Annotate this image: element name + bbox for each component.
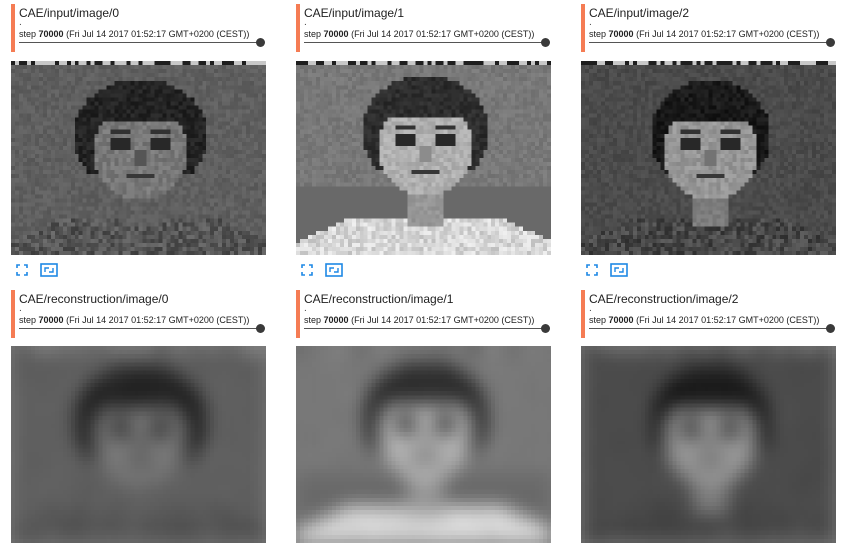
card-title: CAE/reconstruction/image/2 [589,292,739,306]
slider-thumb[interactable] [256,324,265,333]
face-image [581,61,836,255]
card-dot: . [304,17,307,28]
image-display [581,346,836,543]
card-header: CAE/reconstruction/image/2 . step 70000 … [581,290,839,338]
card-title: CAE/reconstruction/image/0 [19,292,169,306]
image-card-reconstruction-0: CAE/reconstruction/image/0 . step 70000 … [11,290,269,543]
slider-track [589,42,831,43]
card-header: CAE/input/image/2 . step 70000 (Fri Jul … [581,4,839,52]
slider-track [19,328,261,329]
step-slider[interactable] [304,38,550,48]
step-slider[interactable] [19,324,265,334]
image-card-input-2: CAE/input/image/2 . step 70000 (Fri Jul … [581,4,839,277]
step-slider[interactable] [19,38,265,48]
image-display [581,61,836,255]
face-image [296,346,551,543]
card-dot: . [304,303,307,314]
image-display [11,346,266,543]
card-header: CAE/input/image/1 . step 70000 (Fri Jul … [296,4,554,52]
image-card-input-1: CAE/input/image/1 . step 70000 (Fri Jul … [296,4,554,277]
slider-track [19,42,261,43]
face-image [581,346,836,543]
slider-thumb[interactable] [826,38,835,47]
image-card-reconstruction-2: CAE/reconstruction/image/2 . step 70000 … [581,290,839,543]
card-header: CAE/input/image/0 . step 70000 (Fri Jul … [11,4,269,52]
step-slider[interactable] [589,38,835,48]
card-title: CAE/input/image/1 [304,6,405,20]
face-image [11,61,266,255]
fit-to-screen-icon[interactable] [300,263,314,277]
card-dot: . [589,17,592,28]
step-slider[interactable] [304,324,550,334]
image-display [296,346,551,543]
card-dot: . [19,17,22,28]
image-display [296,61,551,255]
fit-to-screen-icon[interactable] [585,263,599,277]
image-card-input-0: CAE/input/image/0 . step 70000 (Fri Jul … [11,4,269,277]
face-image [296,61,551,255]
card-title: CAE/input/image/2 [589,6,690,20]
card-title: CAE/input/image/0 [19,6,120,20]
expand-icon[interactable] [610,263,628,277]
image-card-reconstruction-1: CAE/reconstruction/image/1 . step 70000 … [296,290,554,543]
slider-track [589,328,831,329]
image-dashboard: CAE/input/image/0 . step 70000 (Fri Jul … [0,0,841,547]
slider-thumb[interactable] [541,324,550,333]
expand-icon[interactable] [40,263,58,277]
slider-track [304,328,546,329]
image-display [11,61,266,255]
slider-thumb[interactable] [826,324,835,333]
slider-thumb[interactable] [541,38,550,47]
slider-track [304,42,546,43]
card-dot: . [19,303,22,314]
fit-to-screen-icon[interactable] [15,263,29,277]
card-header: CAE/reconstruction/image/1 . step 70000 … [296,290,554,338]
face-image [11,346,266,543]
card-dot: . [589,303,592,314]
card-header: CAE/reconstruction/image/0 . step 70000 … [11,290,269,338]
card-title: CAE/reconstruction/image/1 [304,292,454,306]
step-slider[interactable] [589,324,835,334]
expand-icon[interactable] [325,263,343,277]
slider-thumb[interactable] [256,38,265,47]
